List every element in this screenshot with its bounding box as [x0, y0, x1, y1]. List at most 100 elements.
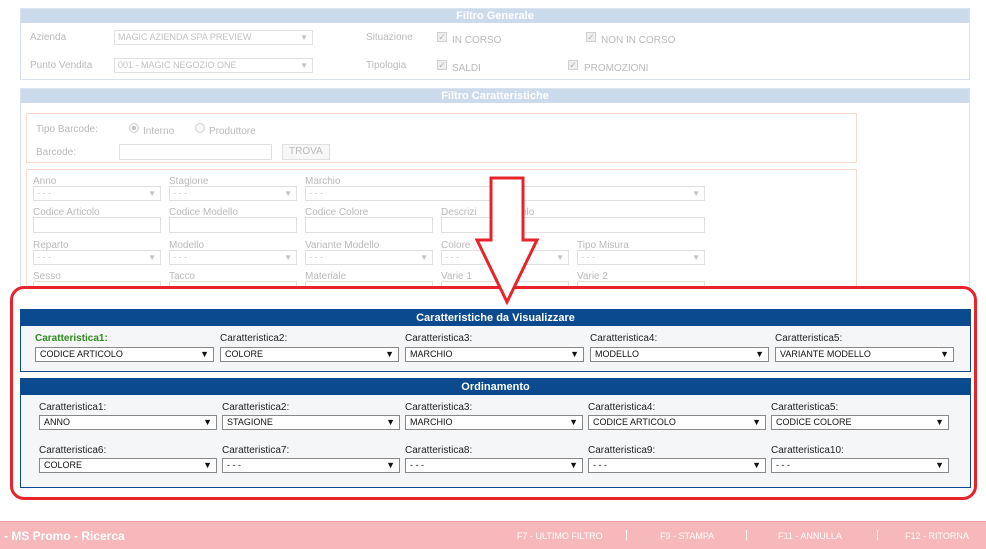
- visualizzare-label-5: Caratteristica5:: [775, 333, 843, 344]
- footer-title: - MS Promo - Ricerca: [4, 529, 125, 543]
- chevron-down-icon: ▼: [755, 349, 764, 359]
- chevron-down-icon: ▼: [569, 460, 578, 470]
- codice-colore-input[interactable]: [305, 217, 433, 233]
- chevron-down-icon: ▼: [940, 349, 949, 359]
- visualizzare-label-2: Caratteristica2:: [220, 333, 288, 344]
- saldi-checkbox[interactable]: ✓: [437, 60, 447, 70]
- visualizzare-label-4: Caratteristica4:: [590, 333, 658, 344]
- chevron-down-icon: ▼: [148, 253, 156, 262]
- ordinamento-label-9: Caratteristica9:: [588, 445, 656, 456]
- modello-select[interactable]: - - - ▼: [169, 250, 297, 265]
- chevron-down-icon: ▼: [203, 460, 212, 470]
- in-corso-checkbox[interactable]: ✓: [437, 32, 447, 42]
- barcode-label: Barcode:: [36, 147, 77, 158]
- tipo-misura-select[interactable]: - - - ▼: [577, 250, 705, 265]
- marchio-value: - - -: [309, 188, 323, 198]
- chevron-down-icon: ▼: [386, 460, 395, 470]
- ordinamento-select-6[interactable]: COLORE ▼: [39, 458, 217, 473]
- stagione-select[interactable]: - - - ▼: [169, 186, 297, 201]
- chevron-down-icon: ▼: [300, 61, 308, 70]
- ordinamento-value-5: CODICE COLORE: [776, 417, 852, 427]
- visualizzare-value-2: COLORE: [225, 349, 264, 359]
- ordinamento-label-1: Caratteristica1:: [39, 402, 107, 413]
- non-in-corso-label: NON IN CORSO: [601, 35, 676, 46]
- visualizzare-select-3[interactable]: MARCHIO ▼: [405, 347, 584, 362]
- visualizzare-select-2[interactable]: COLORE ▼: [220, 347, 399, 362]
- produttore-label: Produttore: [209, 126, 256, 137]
- visualizzare-value-4: MODELLO: [595, 349, 640, 359]
- ordinamento-select-3[interactable]: MARCHIO ▼: [405, 415, 583, 430]
- azienda-value: MAGIC AZIENDA SPA PREVIEW: [118, 32, 252, 42]
- anno-select[interactable]: - - - ▼: [33, 186, 161, 201]
- ordinamento-select-10[interactable]: - - - ▼: [771, 458, 949, 473]
- ordinamento-select-5[interactable]: CODICE COLORE ▼: [771, 415, 949, 430]
- ordinamento-label-2: Caratteristica2:: [222, 402, 290, 413]
- codice-modello-input[interactable]: [169, 217, 297, 233]
- visualizzare-select-5[interactable]: VARIANTE MODELLO ▼: [775, 347, 954, 362]
- tipologia-label: Tipologia: [366, 60, 407, 71]
- f11-annulla-button[interactable]: F11 - ANNULLA: [778, 531, 842, 541]
- ordinamento-select-9[interactable]: - - - ▼: [588, 458, 766, 473]
- chevron-down-icon: ▼: [556, 253, 564, 262]
- ordinamento-value-4: CODICE ARTICOLO: [593, 417, 676, 427]
- ordinamento-label-5: Caratteristica5:: [771, 402, 839, 413]
- trova-button[interactable]: TROVA: [282, 144, 330, 160]
- ordinamento-select-8[interactable]: - - - ▼: [405, 458, 583, 473]
- reparto-select[interactable]: - - - ▼: [33, 250, 161, 265]
- promozioni-label: PROMOZIONI: [584, 63, 649, 74]
- situazione-label: Situazione: [366, 32, 413, 43]
- ordinamento-value-3: MARCHIO: [410, 417, 453, 427]
- chevron-down-icon: ▼: [570, 349, 579, 359]
- ordinamento-select-2[interactable]: STAGIONE ▼: [222, 415, 400, 430]
- ordinamento-label-4: Caratteristica4:: [588, 402, 656, 413]
- stagione-value: - - -: [173, 188, 187, 198]
- chevron-down-icon: ▼: [200, 349, 209, 359]
- visualizzare-value-1: CODICE ARTICOLO: [40, 349, 123, 359]
- f12-ritorna-button[interactable]: F12 - RITORNA: [905, 531, 969, 541]
- non-in-corso-checkbox[interactable]: ✓: [586, 32, 596, 42]
- variante-modello-select[interactable]: - - - ▼: [305, 250, 433, 265]
- ordinamento-value-2: STAGIONE: [227, 417, 273, 427]
- footer-bar: - MS Promo - Ricerca F7 - ULTIMO FILTRO …: [0, 521, 986, 549]
- barcode-input[interactable]: [119, 144, 272, 160]
- punto-vendita-select[interactable]: 001 - MAGIC NEGOZIO ONE ▼: [114, 58, 313, 73]
- chevron-down-icon: ▼: [569, 417, 578, 427]
- azienda-select[interactable]: MAGIC AZIENDA SPA PREVIEW ▼: [114, 30, 313, 45]
- chevron-down-icon: ▼: [284, 189, 292, 198]
- chevron-down-icon: ▼: [203, 417, 212, 427]
- chevron-down-icon: ▼: [692, 253, 700, 262]
- produttore-radio[interactable]: [195, 123, 205, 133]
- chevron-down-icon: ▼: [385, 349, 394, 359]
- ordinamento-select-1[interactable]: ANNO ▼: [39, 415, 217, 430]
- f9-stampa-button[interactable]: F9 - STAMPA: [660, 531, 714, 541]
- chevron-down-icon: ▼: [692, 189, 700, 198]
- visualizzare-value-3: MARCHIO: [410, 349, 453, 359]
- ordinamento-value-1: ANNO: [44, 417, 71, 427]
- punto-vendita-label: Punto Vendita: [30, 60, 93, 71]
- ordinamento-select-4[interactable]: CODICE ARTICOLO ▼: [588, 415, 766, 430]
- ordinamento-value-6: COLORE: [44, 460, 83, 470]
- ordinamento-value-8: - - -: [410, 460, 424, 470]
- ordinamento-value-10: - - -: [776, 460, 790, 470]
- visualizzare-select-1[interactable]: CODICE ARTICOLO ▼: [35, 347, 214, 362]
- interno-radio[interactable]: [129, 123, 139, 133]
- chevron-down-icon: ▼: [386, 417, 395, 427]
- promozioni-checkbox[interactable]: ✓: [568, 60, 578, 70]
- saldi-label: SALDI: [452, 63, 481, 74]
- chevron-down-icon: ▼: [935, 417, 944, 427]
- codice-articolo-input[interactable]: [33, 217, 161, 233]
- chevron-down-icon: ▼: [752, 460, 761, 470]
- anno-value: - - -: [37, 188, 51, 198]
- visualizzare-select-4[interactable]: MODELLO ▼: [590, 347, 769, 362]
- azienda-label: Azienda: [30, 32, 67, 43]
- tipo-misura-value: - - -: [581, 252, 595, 262]
- ordinamento-select-7[interactable]: - - - ▼: [222, 458, 400, 473]
- ordinamento-value-7: - - -: [227, 460, 241, 470]
- filtro-caratteristiche-title: Filtro Caratteristiche: [21, 89, 969, 103]
- reparto-value: - - -: [37, 252, 51, 262]
- visualizzare-title: Caratteristiche da Visualizzare: [21, 310, 970, 326]
- f7-ultimo-filtro-button[interactable]: F7 - ULTIMO FILTRO: [517, 531, 603, 541]
- ordinamento-title: Ordinamento: [21, 379, 970, 395]
- tipo-barcode-label: Tipo Barcode:: [36, 124, 98, 135]
- footer-separator: |: [625, 529, 628, 541]
